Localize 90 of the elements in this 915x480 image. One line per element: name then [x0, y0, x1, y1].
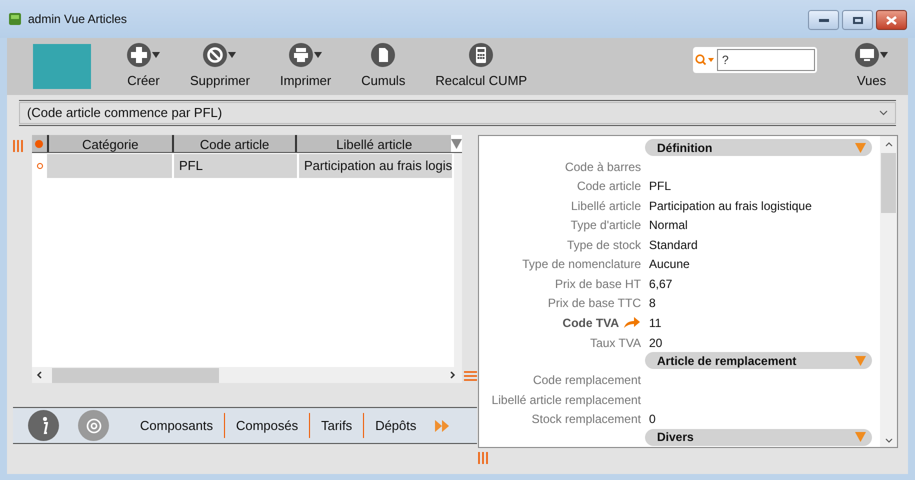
document-icon: [371, 42, 396, 67]
toolbar-button[interactable]: Supprimer: [190, 42, 250, 90]
field-label: Code article: [576, 178, 641, 196]
field-label: Libellé article: [570, 198, 641, 215]
field-label: Taux TVA: [590, 334, 641, 352]
field-label: Prix de base HT: [554, 276, 641, 293]
field-value: PFL: [649, 178, 672, 196]
toolbar-button[interactable]: Cumuls: [361, 42, 406, 90]
ban-icon: [203, 42, 228, 67]
minimize-button[interactable]: [808, 10, 839, 30]
row-marker-icon: [36, 163, 42, 169]
field-label: Stock remplacement: [532, 411, 641, 428]
chevron-right-icon: [450, 371, 456, 379]
column-handle-icon[interactable]: [13, 140, 23, 152]
info-button[interactable]: [28, 410, 59, 441]
field-label: Type d'article: [570, 217, 641, 234]
table-cell: Participation au frais logis: [299, 154, 452, 178]
triangle-down-icon: [855, 432, 866, 442]
field-value: 6,67: [649, 276, 672, 293]
chevron-left-icon: [36, 371, 42, 379]
field-label[interactable]: Code TVA: [562, 314, 619, 332]
triangle-down-icon: [855, 142, 866, 152]
horizontal-scrollbar[interactable]: [32, 367, 462, 383]
field-value: Aucune: [649, 256, 690, 274]
tab[interactable]: Dépôts: [363, 413, 428, 438]
section-header[interactable]: Divers: [645, 428, 872, 446]
tab[interactable]: Tarifs: [309, 413, 364, 438]
search-icon: [695, 54, 715, 66]
field-label: Type de nomenclature: [522, 256, 641, 274]
field-value: 8: [649, 295, 656, 312]
at-button[interactable]: [78, 410, 109, 441]
field-value: 20: [649, 334, 662, 352]
field-value: Normal: [649, 217, 688, 234]
chevron-down-icon: [879, 110, 888, 116]
chevron-up-icon: [884, 142, 892, 147]
column-header[interactable]: Catégorie: [46, 135, 172, 152]
tab[interactable]: Composés: [224, 413, 310, 438]
field-label: Libellé article remplacement: [492, 392, 641, 409]
toolbar-button[interactable]: Recalcul CUMP: [435, 42, 528, 90]
close-button[interactable]: [876, 10, 907, 30]
toolbar-label: Imprimer: [280, 72, 332, 90]
field-label: Code remplacement: [532, 372, 641, 390]
field-value: Participation au frais logistique: [649, 198, 812, 215]
close-icon: [886, 16, 897, 24]
printer-icon: [289, 42, 314, 67]
section-header[interactable]: Définition: [645, 139, 872, 156]
toolbar-button[interactable]: Imprimer: [280, 42, 332, 90]
fast-forward-icon[interactable]: [435, 420, 450, 432]
scrollbar-thumb[interactable]: [52, 368, 219, 382]
chevron-down-icon: [884, 438, 892, 443]
tab[interactable]: Composants: [140, 413, 224, 438]
table-cell: PFL: [174, 154, 297, 178]
section-title: Article de remplacement: [657, 352, 796, 370]
field-label: Code à barres: [564, 158, 641, 176]
arrow-right-icon[interactable]: [623, 317, 641, 330]
section-title: Divers: [657, 429, 694, 446]
filter-text: (Code article commence par PFL): [27, 104, 222, 122]
field-value: 11: [649, 315, 662, 332]
triangle-down-icon: [855, 356, 866, 366]
plus-icon: [127, 42, 151, 67]
toolbar-label: Vues: [856, 72, 886, 90]
field-value: 0: [649, 411, 656, 428]
maximize-button[interactable]: [842, 10, 873, 30]
caret-icon: [880, 52, 888, 58]
section-header[interactable]: Article de remplacement: [645, 352, 872, 370]
monitor-icon: [855, 42, 879, 67]
app-icon: [8, 12, 22, 26]
vertical-scrollbar[interactable]: [454, 153, 462, 367]
menu-icon[interactable]: [464, 371, 477, 381]
vertical-scrollbar[interactable]: [880, 136, 897, 447]
window-title: admin Vue Articles: [28, 11, 127, 28]
search-field[interactable]: ?: [693, 46, 817, 72]
row-handle-icon[interactable]: [478, 452, 488, 464]
field-label: Prix de base TTC: [548, 295, 641, 312]
section-title: Définition: [657, 140, 712, 156]
toolbar-label: Créer: [127, 72, 160, 90]
filter-icon[interactable]: [451, 138, 462, 148]
calculator-icon: [469, 42, 494, 67]
toolbar-label: Supprimer: [190, 72, 250, 90]
logo-picture: [33, 44, 91, 89]
column-header[interactable]: Code article: [172, 135, 296, 152]
scrollbar-thumb[interactable]: [881, 153, 896, 213]
field-value: Standard: [649, 236, 698, 254]
filter-dropdown[interactable]: (Code article commence par PFL): [19, 100, 896, 126]
toolbar-label: Recalcul CUMP: [435, 72, 528, 90]
views-button[interactable]: Vues: [855, 42, 888, 90]
field-label: Type de stock: [566, 236, 641, 254]
toolbar-button[interactable]: Créer: [127, 42, 160, 90]
toolbar-label: Cumuls: [361, 72, 406, 90]
search-input[interactable]: ?: [717, 48, 815, 70]
